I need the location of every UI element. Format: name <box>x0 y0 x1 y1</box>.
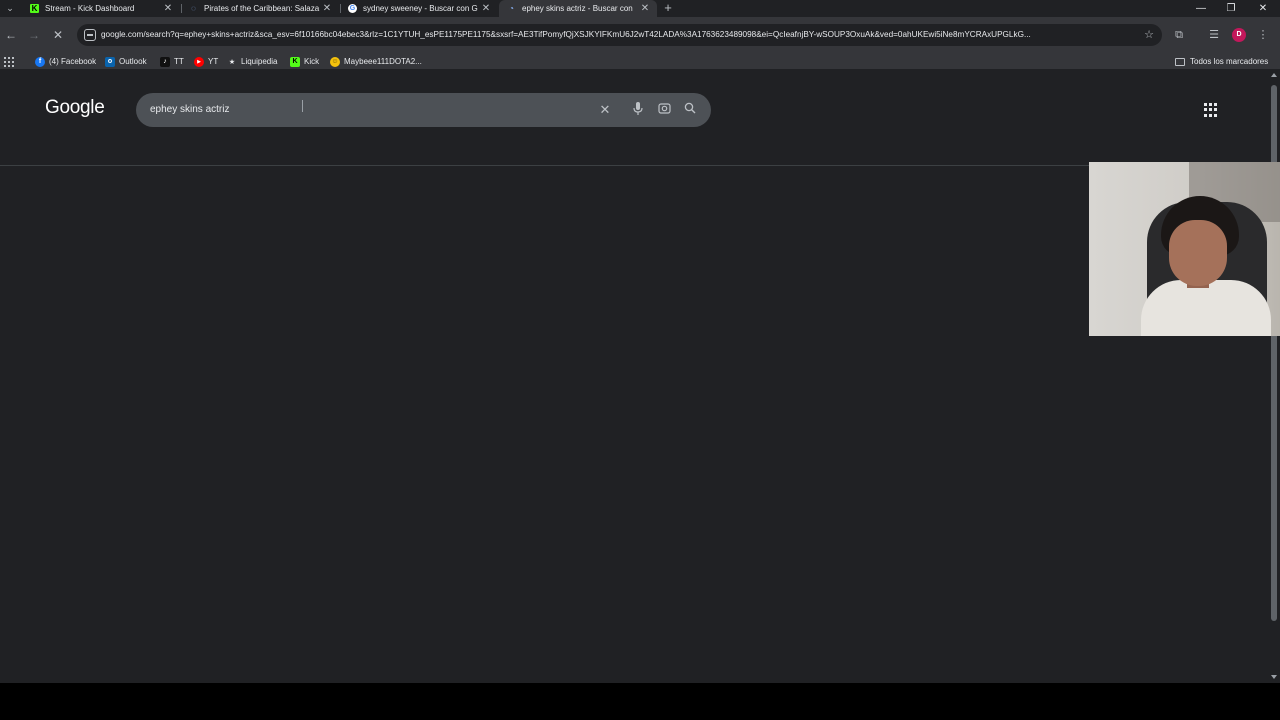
page-icon: ◌ <box>191 4 196 13</box>
google-apps-icon[interactable] <box>1204 103 1218 117</box>
avatar[interactable]: D <box>1232 28 1246 42</box>
folder-icon <box>1175 57 1185 66</box>
webcam-person-face <box>1169 220 1227 286</box>
tab-pirates[interactable]: ◌ Pirates of the Caribbean: Salaza ✕ <box>181 0 339 17</box>
tab-title: Stream - Kick Dashboard <box>45 4 135 13</box>
google-logo[interactable]: Google <box>45 97 105 119</box>
bookmark-liquipedia[interactable]: ★ Liquipedia <box>227 53 278 70</box>
toolbar: ← → ✕ google.com/search?q=ephey+skins+ac… <box>0 17 1280 53</box>
camera-search-icon[interactable] <box>656 102 672 118</box>
back-button[interactable]: ← <box>3 27 19 43</box>
tab-search-icon[interactable]: ⌄ <box>3 2 17 15</box>
menu-icon[interactable]: ⋮ <box>1255 27 1271 43</box>
tab-sydney-sweeney[interactable]: G sydney sweeney - Buscar con G ✕ <box>340 0 498 17</box>
microphone-icon[interactable] <box>630 102 646 118</box>
bookmark-label: Kick <box>304 57 320 66</box>
new-tab-button[interactable]: + <box>661 1 675 15</box>
liquipedia-icon: ★ <box>228 58 236 66</box>
bookmark-outlook[interactable]: o Outlook <box>105 53 147 70</box>
tab-strip: ⌄ K Stream - Kick Dashboard ✕ ◌ Pirates … <box>0 0 1280 17</box>
bookmark-label: TT <box>174 57 184 66</box>
bookmark-label: (4) Facebook <box>49 57 97 66</box>
address-bar[interactable]: google.com/search?q=ephey+skins+actriz&s… <box>77 24 1162 46</box>
bottom-black-strip <box>0 683 1280 720</box>
url-text[interactable]: google.com/search?q=ephey+skins+actriz&s… <box>101 24 1131 46</box>
close-tab-icon[interactable]: ✕ <box>480 3 492 14</box>
emoji-icon: ☺ <box>330 56 340 67</box>
apps-icon[interactable] <box>4 57 14 67</box>
forward-button[interactable]: → <box>26 27 42 43</box>
all-bookmarks-folder[interactable]: Todos los marcadores <box>1175 53 1268 70</box>
youtube-icon: ▶ <box>194 56 204 67</box>
bookmark-kick[interactable]: K Kick <box>290 53 319 70</box>
bookmark-label: Outlook <box>119 57 147 66</box>
loading-icon: ◔ <box>509 4 514 13</box>
close-tab-icon[interactable]: ✕ <box>321 3 333 14</box>
tiktok-icon: ♪ <box>160 56 170 67</box>
webcam-overlay <box>1089 162 1280 336</box>
site-info-icon[interactable] <box>84 29 96 41</box>
tab-title: sydney sweeney - Buscar con G <box>363 4 478 13</box>
close-window-button[interactable]: ✕ <box>1248 0 1278 17</box>
kick-icon: K <box>290 56 300 67</box>
kick-icon: K <box>30 4 39 13</box>
bookmark-label: Liquipedia <box>241 57 278 66</box>
tab-title: ephey skins actriz - Buscar con <box>522 4 633 13</box>
stop-loading-button[interactable]: ✕ <box>50 27 66 43</box>
folder-label: Todos los marcadores <box>1190 57 1269 66</box>
bookmark-star-icon[interactable]: ☆ <box>1142 27 1156 43</box>
facebook-icon: f <box>35 56 45 67</box>
outlook-icon: o <box>105 56 115 67</box>
bookmark-label: Maybeee111DOTA2... <box>344 57 422 66</box>
clear-icon[interactable]: ✕ <box>597 102 613 118</box>
extensions-icon[interactable]: ⧉ <box>1171 27 1187 43</box>
tab-kick-dashboard[interactable]: K Stream - Kick Dashboard ✕ <box>22 0 180 17</box>
tab-title: Pirates of the Caribbean: Salaza <box>204 4 320 13</box>
bookmark-tt[interactable]: ♪ TT <box>160 53 184 70</box>
search-box[interactable]: ephey skins actriz ✕ <box>136 93 711 127</box>
webcam-person-body <box>1141 280 1271 336</box>
scroll-up-arrow-icon[interactable] <box>1271 73 1277 77</box>
reading-list-icon[interactable]: ☰ <box>1206 27 1222 43</box>
minimize-button[interactable]: — <box>1186 0 1216 17</box>
bookmark-facebook[interactable]: f (4) Facebook <box>35 53 96 70</box>
google-icon: G <box>348 4 357 13</box>
search-icon[interactable] <box>682 102 698 118</box>
text-cursor <box>302 100 305 112</box>
bookmark-maybeee[interactable]: ☺ Maybeee111DOTA2... <box>330 53 422 70</box>
bookmark-yt[interactable]: ▶ YT <box>194 53 218 70</box>
scroll-down-arrow-icon[interactable] <box>1271 675 1277 679</box>
tab-ephey-skins[interactable]: ◔ ephey skins actriz - Buscar con ✕ <box>499 0 657 17</box>
close-tab-icon[interactable]: ✕ <box>162 3 174 14</box>
header-divider <box>0 165 1268 166</box>
bookmarks-bar: f (4) Facebook o Outlook ♪ TT ▶ YT ★ Liq… <box>0 53 1280 70</box>
bookmark-label: YT <box>208 57 219 66</box>
page-content: Google ephey skins actriz ✕ <box>0 71 1268 683</box>
browser-window: ⌄ K Stream - Kick Dashboard ✕ ◌ Pirates … <box>0 0 1280 720</box>
restore-button[interactable]: ❐ <box>1216 0 1246 17</box>
close-tab-icon[interactable]: ✕ <box>639 3 651 14</box>
search-input[interactable]: ephey skins actriz <box>150 93 229 127</box>
